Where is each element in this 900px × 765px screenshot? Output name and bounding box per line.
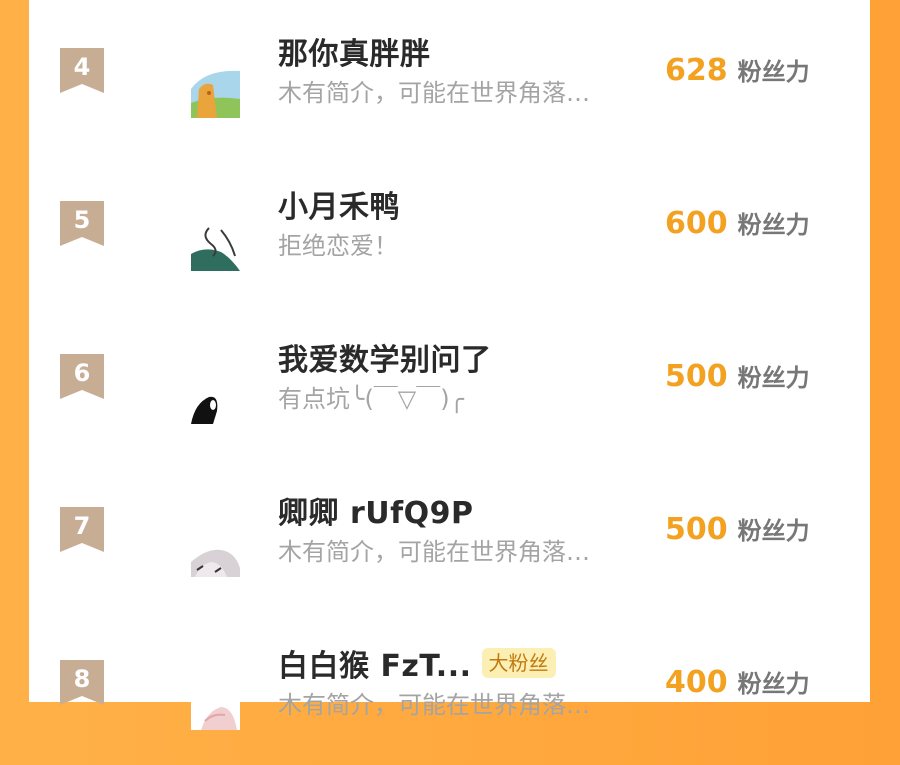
user-bio: 木有简介，可能在世界角落… [278,691,590,719]
ranking-row[interactable]: 4 那你真胖胖 木有简介，可能在世界角落… 628 粉丝力 [29,0,870,153]
rank-ribbon: 6 [60,354,104,399]
rank-ribbon: 4 [60,48,104,93]
fan-power-unit: 粉丝力 [737,211,810,239]
user-name[interactable]: 我爱数学别问了 [278,335,492,379]
rank-ribbon: 8 [60,660,104,705]
user-bio: 木有简介，可能在世界角落… [278,538,590,566]
fan-power-unit: 粉丝力 [737,58,810,86]
rank-ribbon: 7 [60,507,104,552]
avatar[interactable] [191,681,240,730]
ranking-row[interactable]: 5 小月禾鸭 拒绝恋爱！ 600 粉丝力 [29,153,870,306]
user-bio: 有点坑╰(￣▽￣)╭ [278,385,465,413]
rank-ribbon: 5 [60,201,104,246]
user-name[interactable]: 白白猴 FzT... [278,641,472,685]
big-fan-badge: 大粉丝 [481,648,556,678]
fan-power-value: 500 [665,512,728,547]
user-name[interactable]: 卿卿 rUfQ9P [278,488,474,532]
landscape-avatar-icon [191,69,240,118]
pink-avatar-icon [191,681,240,730]
ranking-row[interactable]: 7 卿卿 rUfQ9P 木有简介，可能在世界角落… 500 粉丝力 [29,459,870,612]
avatar[interactable] [191,528,240,577]
user-bio: 拒绝恋爱！ [278,232,398,260]
user-bio: 木有简介，可能在世界角落… [278,79,590,107]
dark-figure-avatar-icon [191,375,240,424]
avatar[interactable] [191,69,240,118]
sketch-avatar-icon [191,528,240,577]
user-name[interactable]: 小月禾鸭 [278,182,400,226]
fan-power-unit: 粉丝力 [737,364,810,392]
fan-power-value: 400 [665,665,728,700]
fan-power-value: 600 [665,206,728,241]
fan-power-value: 628 [665,53,728,88]
character-avatar-icon [191,222,240,271]
avatar[interactable] [191,375,240,424]
ranking-card: 4 那你真胖胖 木有简介，可能在世界角落… 628 粉丝力 5 小月禾鸭 拒绝恋… [29,0,870,730]
user-name[interactable]: 那你真胖胖 [278,29,431,73]
fan-power-unit: 粉丝力 [737,517,810,545]
avatar[interactable] [191,222,240,271]
ranking-row[interactable]: 6 我爱数学别问了 有点坑╰(￣▽￣)╭ 500 粉丝力 [29,306,870,459]
fan-power-value: 500 [665,359,728,394]
ranking-row[interactable]: 8 白白猴 FzT... 大粉丝 木有简介，可能在世界角落… 400 粉丝力 [29,612,870,765]
fan-power-unit: 粉丝力 [737,670,810,698]
